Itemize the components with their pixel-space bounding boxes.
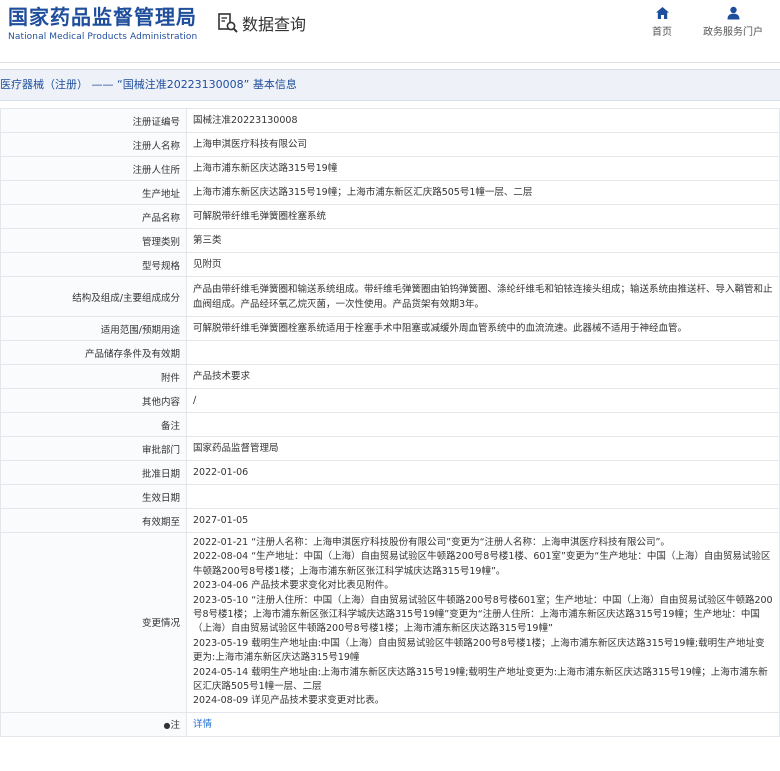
row-label: 适用范围/预期用途 [0, 316, 187, 341]
query-title-text: 数据查询 [242, 15, 307, 34]
details-link[interactable]: 详情 [193, 719, 212, 730]
row-value: 2027-01-05 [186, 508, 780, 533]
nav-home[interactable]: 首页 [652, 6, 672, 38]
row-value [186, 412, 780, 437]
row-label: 管理类别 [0, 228, 187, 253]
table-row: 产品名称 可解脱带纤维毛弹簧圈栓塞系统 [0, 204, 780, 229]
table-row: 其他内容 / [0, 388, 780, 413]
row-value [186, 484, 780, 509]
record-detail: 注册证编号 国械注准20223130008 注册人名称 上海申淇医疗科技有限公司 注… [0, 108, 780, 737]
row-label: 生效日期 [0, 484, 187, 509]
row-label: 审批部门 [0, 436, 187, 461]
row-label: 产品名称 [0, 204, 187, 229]
document-search-icon [218, 13, 238, 33]
row-value: 上海市浦东新区庆达路315号19幢 [186, 156, 780, 181]
table-row: 审批部门 国家药品监督管理局 [0, 436, 780, 461]
table-row: 批准日期 2022-01-06 [0, 460, 780, 485]
row-value: 可解脱带纤维毛弹簧圈栓塞系统适用于栓塞手术中阻塞或减缓外周血管系统中的血流流速。… [186, 316, 780, 341]
site-header: 国家药品监督管理局 National Medical Products Admi… [0, 0, 780, 63]
table-row: 生产地址 上海市浦东新区庆达路315号19幢；上海市浦东新区汇庆路505号1幢一层… [0, 180, 780, 205]
nav-service-label: 政务服务门户 [703, 27, 763, 38]
table-row: 备注 [0, 412, 780, 437]
logo-title-en: National Medical Products Administration [8, 32, 198, 42]
row-label: 注册证编号 [0, 108, 187, 133]
row-value [186, 340, 780, 365]
row-label: 生产地址 [0, 180, 187, 205]
home-icon [655, 7, 669, 19]
row-label: 附件 [0, 364, 187, 389]
table-row: 结构及组成/主要组成成分 产品由带纤维毛弹簧圈和输送系统组成。带纤维毛弹簧圈由铂钨… [0, 276, 780, 317]
nmpa-logo[interactable]: 国家药品监督管理局 National Medical Products Admi… [8, 5, 197, 42]
nav-service-portal[interactable]: 政务服务门户 [703, 6, 763, 38]
row-value: 可解脱带纤维毛弹簧圈栓塞系统 [186, 204, 780, 229]
note-value-cell: 详情 [186, 711, 780, 737]
row-value: 产品由带纤维毛弹簧圈和输送系统组成。带纤维毛弹簧圈由铂钨弹簧圈、涤纶纤维毛和铂铱… [186, 276, 780, 317]
table-row: 附件 产品技术要求 [0, 364, 780, 389]
breadcrumb: 医疗器械（注册） —— “国械注准20223130008” 基本信息 [0, 69, 780, 101]
change-history-row: 变更情况 2022-01-21 “注册人名称：上海申淇医疗科技股份有限公司”变更… [0, 532, 780, 713]
row-label: 有效期至 [0, 508, 187, 533]
table-row: 注册证编号 国械注准20223130008 [0, 108, 780, 133]
table-row: 注册人名称 上海申淇医疗科技有限公司 [0, 132, 780, 157]
change-history-label: 变更情况 [0, 532, 187, 713]
row-label: 产品储存条件及有效期 [0, 340, 187, 365]
table-row: 生效日期 [0, 484, 780, 509]
row-value: 2022-01-06 [186, 460, 780, 485]
row-value: 上海申淇医疗科技有限公司 [186, 132, 780, 157]
table-row: 产品储存条件及有效期 [0, 340, 780, 365]
row-label: 其他内容 [0, 388, 187, 413]
user-icon [727, 6, 739, 20]
change-entry: 2023-04-06 产品技术要求变化对比表见附件。 [193, 580, 394, 592]
row-label: 结构及组成/主要组成成分 [0, 276, 187, 317]
table-row: 有效期至 2027-01-05 [0, 508, 780, 533]
nav-home-label: 首页 [652, 27, 672, 38]
table-row: 适用范围/预期用途 可解脱带纤维毛弹簧圈栓塞系统适用于栓塞手术中阻塞或减缓外周血管… [0, 316, 780, 341]
registration-info-table: 注册证编号 国械注准20223130008 注册人名称 上海申淇医疗科技有限公司 注… [0, 108, 780, 737]
row-value: 国家药品监督管理局 [186, 436, 780, 461]
row-label: 注册人名称 [0, 132, 187, 157]
data-query-title: 数据查询 [217, 11, 306, 35]
table-row: 管理类别 第三类 [0, 228, 780, 253]
note-label-cell: ●注 [0, 711, 187, 737]
change-entry: 2024-08-09 详见产品技术要求变更对比表。 [193, 695, 385, 707]
row-value: / [186, 388, 780, 413]
row-label: 型号规格 [0, 252, 187, 277]
table-row: 注册人住所 上海市浦东新区庆达路315号19幢 [0, 156, 780, 181]
logo-title-cn: 国家药品监督管理局 [8, 5, 197, 29]
change-entry: 2022-08-04 “生产地址：中国（上海）自由贸易试验区牛顿路200号8号楼… [193, 551, 771, 577]
row-value: 第三类 [186, 228, 780, 253]
change-entry: 2022-01-21 “注册人名称：上海申淇医疗科技股份有限公司”变更为“注册人… [193, 537, 670, 548]
row-value: 产品技术要求 [186, 364, 780, 389]
row-label: 批准日期 [0, 460, 187, 485]
change-entry: 2024-05-14 载明生产地址由:上海市浦东新区庆达路315号19幢;载明生… [193, 666, 768, 693]
note-label: 注 [170, 720, 180, 732]
note-row: ●注 详情 [0, 711, 780, 737]
row-label: 注册人住所 [0, 156, 187, 181]
row-label: 备注 [0, 412, 187, 437]
row-value: 见附页 [186, 252, 780, 277]
change-history-value: 2022-01-21 “注册人名称：上海申淇医疗科技股份有限公司”变更为“注册人… [186, 532, 780, 713]
row-value: 国械注准20223130008 [186, 108, 780, 133]
change-entry: 2023-05-10 “注册人住所：中国（上海）自由贸易试验区牛顿路200号8号… [193, 594, 773, 635]
table-row: 型号规格 见附页 [0, 252, 780, 277]
change-entry: 2023-05-19 载明生产地址由:中国（上海）自由贸易试验区牛顿路200号8… [193, 637, 765, 664]
row-value: 上海市浦东新区庆达路315号19幢；上海市浦东新区汇庆路505号1幢一层、二层 [186, 180, 780, 205]
